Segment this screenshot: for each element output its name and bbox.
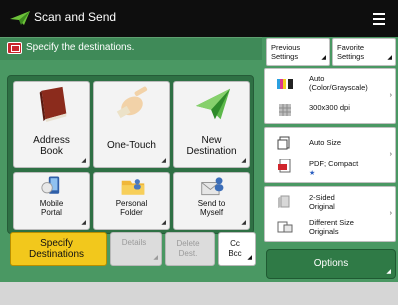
previous-label-2: Settings [271,52,299,61]
chevron-icon: ◢ [386,269,391,275]
two-sided-label-2: Original [309,202,335,211]
cc-bcc-button[interactable]: Cc Bcc ◢ [218,232,256,266]
options-label: Options [313,258,349,269]
chevron-right-icon: › [389,92,392,99]
color-mode-icon [277,79,293,89]
resolution-label: 300x300 dpi [309,103,350,112]
details-button[interactable]: Details ◢ [110,232,162,266]
mobile-portal-button[interactable]: Mobile Portal ◢ [13,172,90,230]
previous-settings-button[interactable]: Previous Settings ◢ [266,38,330,66]
menu-icon[interactable] [368,8,390,30]
size-format-setting[interactable]: Auto Size PDF; Compact ★ › [264,127,396,183]
previous-label-1: Previous [271,43,301,52]
mobile-portal-label-2: Portal [41,208,62,217]
address-book-label-1: Address [33,135,70,146]
chevron-icon: ◢ [247,255,252,261]
resolution-icon [279,104,291,116]
scan-size-row: Auto Size [265,133,395,153]
personal-folder-label-1: Personal [115,199,148,208]
chevron-icon: ◢ [153,255,158,261]
cc-label: Cc [230,239,240,248]
personal-folder-button[interactable]: Personal Folder ◢ [93,172,170,230]
mobile-portal-icon [41,176,60,194]
instruction-text: Specify the destinations. [26,42,135,53]
settings-panel: Previous Settings ◢ Favorite Settings ◢ … [262,37,398,282]
different-size-label-1: Different Size [309,218,354,227]
chevron-right-icon: › [389,151,392,158]
address-book-icon [39,86,67,123]
details-label: Details [121,238,147,247]
warning-icon [7,42,22,54]
original-type-setting[interactable]: 2-Sided Original Different Size Original… [264,186,396,242]
scan-and-send-screen: Scan and Send Specify the destinations. … [0,0,398,305]
one-touch-button[interactable]: One-Touch ◢ [93,81,170,168]
send-to-myself-label-1: Send to [197,199,226,208]
new-destination-plane-icon [195,88,231,120]
format-star-icon: ★ [309,170,316,177]
bcc-label: Bcc [228,249,242,258]
chevron-icon: ◢ [241,220,246,226]
favorite-label-1: Favorite [337,43,365,52]
new-destination-label-1: New [201,135,222,146]
personal-folder-icon [121,179,145,195]
chevron-icon: ◢ [81,158,86,164]
different-size-row: Different Size Originals [265,215,395,239]
color-resolution-setting[interactable]: Auto (Color/Grayscale) 300x300 dpi › [264,68,396,124]
specify-destinations-button[interactable]: Specify Destinations [10,232,107,266]
bottom-strip [0,282,398,305]
destination-tiles-panel: Address Book ◢ One-Touch ◢ New Destinati… [7,75,254,234]
resolution-row: 300x300 dpi [265,99,395,119]
specify-label-2: Destinations [28,249,85,260]
chevron-right-icon: › [389,210,392,217]
file-format-row: PDF; Compact ★ [265,156,395,178]
personal-folder-label-2: Folder [120,208,143,217]
chevron-icon: ◢ [81,220,86,226]
paper-plane-icon [10,11,30,25]
favorite-label-2: Settings [337,52,365,61]
delete-label-2: Dest. [178,249,198,258]
scan-size-label: Auto Size [309,138,342,147]
address-book-label-2: Book [40,146,63,157]
chevron-icon: ◢ [387,55,392,61]
send-to-myself-button[interactable]: Send to Myself ◢ [173,172,250,230]
chevron-icon: ◢ [161,220,166,226]
two-sided-label-1: 2-Sided [309,193,335,202]
delete-destination-button[interactable]: Delete Dest. [165,232,215,266]
chevron-icon: ◢ [321,55,326,61]
options-button[interactable]: Options ◢ [266,249,396,279]
address-book-button[interactable]: Address Book ◢ [13,81,90,168]
new-destination-label-2: Destination [186,146,237,157]
chevron-icon: ◢ [161,158,166,164]
send-to-myself-label-2: Myself [199,208,224,217]
color-mode-row: Auto (Color/Grayscale) [265,73,395,95]
page-title: Scan and Send [34,10,117,24]
favorite-settings-button[interactable]: Favorite Settings ◢ [332,38,396,66]
specify-label-1: Specify [40,238,73,249]
color-mode-label-2: (Color/Grayscale) [309,83,368,92]
mobile-portal-label-1: Mobile [39,199,64,208]
chevron-icon: ◢ [241,158,246,164]
delete-label-1: Delete [176,239,200,248]
different-size-icon [277,221,293,233]
send-to-myself-icon [201,177,224,196]
title-bar: Scan and Send [0,0,398,37]
destination-area: Address Book ◢ One-Touch ◢ New Destinati… [0,60,262,282]
file-format-label: PDF; Compact [309,159,359,168]
two-sided-row: 2-Sided Original [265,190,395,214]
one-touch-hand-icon [116,86,148,119]
new-destination-button[interactable]: New Destination ◢ [173,81,250,168]
file-format-icon [278,159,291,173]
different-size-label-2: Originals [309,227,339,236]
one-touch-label: One-Touch [107,140,156,151]
instruction-bar: Specify the destinations. [0,37,262,60]
scan-size-icon [277,136,290,150]
color-mode-label-1: Auto [309,74,325,83]
two-sided-icon [278,195,290,208]
